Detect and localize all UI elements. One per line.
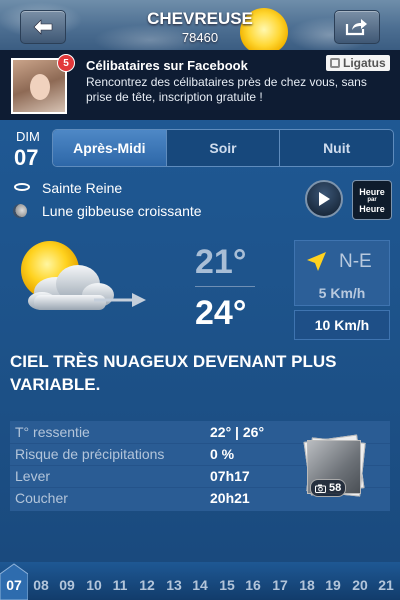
moon-icon	[13, 204, 27, 218]
hour-item-21[interactable]: 21	[374, 577, 398, 593]
hour-item-16[interactable]: 16	[241, 577, 265, 593]
camera-icon	[315, 484, 326, 493]
wind-direction: N-E	[339, 251, 372, 272]
arrow-left-icon	[33, 19, 53, 35]
hour-item-17[interactable]: 17	[268, 577, 292, 593]
ad-thumbnail-face	[30, 74, 50, 100]
saint-of-day: Sainte Reine	[42, 180, 123, 196]
play-button[interactable]	[305, 180, 343, 218]
hour-item-15[interactable]: 15	[215, 577, 239, 593]
ad-text: Rencontrez des célibataires près de chez…	[86, 75, 367, 104]
ligatus-logo-icon	[330, 58, 340, 68]
photo-count: 58	[329, 482, 342, 494]
ad-banner[interactable]: 5 Célibataires sur Facebook Rencontrez d…	[0, 50, 400, 120]
play-icon	[319, 192, 330, 206]
ad-logo-text: Ligatus	[343, 56, 386, 70]
hour-item-08[interactable]: 08	[29, 577, 53, 593]
hour-item-09[interactable]: 09	[55, 577, 79, 593]
hour-item-20[interactable]: 20	[348, 577, 372, 593]
halo-icon	[14, 183, 30, 191]
hour-item-18[interactable]: 18	[295, 577, 319, 593]
tab-nuit[interactable]: Nuit	[280, 130, 393, 166]
hour-by-hour-button[interactable]: Heure par Heure	[352, 180, 392, 220]
detail-value: 20h21	[210, 490, 250, 506]
detail-value: 0 %	[210, 446, 235, 462]
day-label: DIM	[16, 129, 40, 144]
tab-apres-midi[interactable]: Après-Midi	[53, 130, 167, 166]
hour-item-13[interactable]: 13	[162, 577, 186, 593]
photo-count-badge: 58	[310, 479, 347, 497]
ad-logo: Ligatus	[326, 55, 390, 71]
back-button[interactable]	[20, 10, 66, 44]
hour-item-07[interactable]: 07	[2, 577, 26, 593]
hour-item-12[interactable]: 12	[135, 577, 159, 593]
wind-speed: 5 Km/h	[318, 285, 366, 301]
share-button[interactable]	[334, 10, 380, 44]
hour-item-14[interactable]: 14	[188, 577, 212, 593]
detail-label: T° ressentie	[15, 424, 90, 440]
detail-label: Risque de précipitations	[15, 446, 165, 462]
detail-value: 22° | 26°	[210, 424, 265, 440]
wind-panel: N-E 5 Km/h	[294, 240, 390, 306]
hour-item-19[interactable]: 19	[321, 577, 345, 593]
hour-item-11[interactable]: 11	[108, 577, 132, 593]
share-icon	[345, 19, 367, 36]
period-tabs: Après-Midi Soir Nuit	[52, 129, 394, 167]
detail-label: Lever	[15, 468, 51, 484]
header: CHEVREUSE 78460	[0, 0, 400, 50]
hour-button-line3: Heure	[359, 203, 385, 214]
sun-cloud-wind-icon	[21, 241, 146, 310]
weather-description: CIEL TRÈS NUAGEUX DEVENANT PLUS VARIABLE…	[10, 352, 337, 394]
gust-speed: 10 Km/h	[294, 310, 390, 340]
detail-value: 07h17	[210, 468, 250, 484]
photo-gallery-button[interactable]: 58	[301, 434, 366, 500]
hour-button-line2: par	[367, 196, 377, 203]
tab-soir[interactable]: Soir	[167, 130, 281, 166]
hour-button-line1: Heure	[359, 186, 385, 197]
ad-title: Célibataires sur Facebook	[86, 58, 248, 73]
ad-notification-badge: 5	[57, 54, 75, 72]
moon-phase: Lune gibbeuse croissante	[42, 203, 202, 219]
detail-label: Coucher	[15, 490, 68, 506]
temperature-min: 21°	[195, 243, 247, 281]
wind-direction-icon	[307, 252, 326, 271]
temperature-divider	[195, 286, 255, 287]
temperature-max: 24°	[195, 294, 247, 332]
hour-item-10[interactable]: 10	[82, 577, 106, 593]
city-name: CHEVREUSE	[147, 9, 253, 28]
postcode: 78460	[181, 30, 219, 45]
day-number: 07	[14, 145, 39, 170]
